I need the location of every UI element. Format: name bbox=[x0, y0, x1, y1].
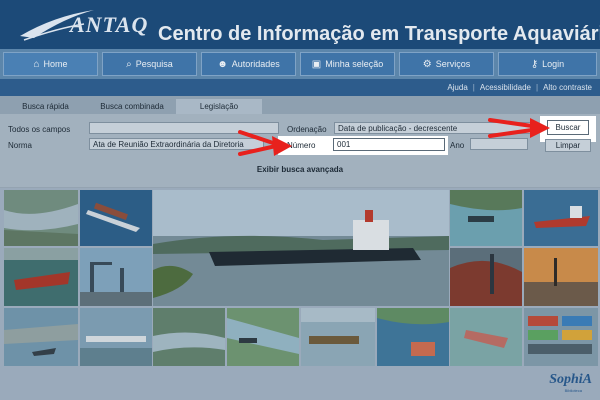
photo-port-cranes bbox=[80, 248, 152, 306]
tab-legislacao[interactable]: Legislação bbox=[176, 99, 262, 114]
photo-ship-hull-closeup bbox=[450, 248, 522, 306]
photo-container-ship-sea bbox=[80, 190, 152, 246]
ano-label: Ano bbox=[450, 141, 465, 150]
site-title: Centro de Informação em Transporte Aquav… bbox=[158, 23, 600, 45]
photo-cargo-ship-river bbox=[153, 190, 449, 306]
photo-cargo-barge-river bbox=[450, 308, 522, 366]
photo-river-barges bbox=[301, 308, 375, 366]
gears-icon: ⚙ bbox=[422, 58, 432, 70]
sophia-logo: SophiA bbox=[549, 372, 592, 387]
link-ajuda[interactable]: Ajuda bbox=[447, 83, 467, 92]
sophia-logo-subtitle: Biblioteca bbox=[564, 388, 582, 393]
link-alto-contraste[interactable]: Alto contraste bbox=[543, 83, 592, 92]
todos-campos-label: Todos os campos bbox=[8, 125, 71, 134]
photo-gallery bbox=[0, 188, 600, 368]
nav-servicos-label: Serviços bbox=[435, 59, 471, 69]
nav-servicos[interactable]: ⚙ Serviços bbox=[399, 52, 494, 76]
site-header: ANTAQ Centro de Informação em Transporte… bbox=[0, 0, 600, 49]
home-icon: ⌂ bbox=[33, 58, 40, 70]
separator: | bbox=[472, 83, 475, 92]
photo-ship-dock bbox=[4, 248, 78, 306]
nav-home-label: Home bbox=[43, 59, 68, 69]
photo-tanker-open-sea bbox=[524, 190, 598, 246]
photo-container-terminal bbox=[524, 308, 598, 366]
numero-input[interactable]: 001 bbox=[333, 138, 445, 151]
annotation-arrow-buscar bbox=[488, 118, 550, 138]
photo-coastal-city bbox=[4, 308, 78, 366]
photo-barges-port bbox=[80, 308, 152, 366]
photo-river-bridge bbox=[227, 308, 299, 366]
nav-login[interactable]: ⚷ Login bbox=[498, 52, 597, 76]
norma-label: Norma bbox=[8, 141, 33, 150]
nav-autoridades[interactable]: ☻ Autoridades bbox=[201, 52, 296, 76]
tab-busca-combinada[interactable]: Busca combinada bbox=[88, 99, 176, 114]
logo-text: ANTAQ bbox=[70, 12, 149, 37]
utility-links: Ajuda | Acessibilidade | Alto contraste bbox=[447, 83, 592, 92]
photo-bay-aerial bbox=[377, 308, 449, 366]
main-nav: ⌂ Home ⌕ Pesquisa ☻ Autoridades ▣ Minha … bbox=[0, 49, 600, 79]
search-icon: ⌕ bbox=[126, 58, 132, 70]
annotation-arrow-numero bbox=[238, 130, 292, 156]
separator: | bbox=[536, 83, 539, 92]
user-icon: ☻ bbox=[217, 58, 228, 70]
tab-busca-rapida[interactable]: Busca rápida bbox=[8, 99, 83, 114]
nav-login-label: Login bbox=[542, 59, 565, 69]
nav-pesquisa-label: Pesquisa bbox=[135, 59, 173, 69]
photo-river-aerial bbox=[4, 190, 78, 246]
nav-minha-selecao-label: Minha seleção bbox=[325, 59, 384, 69]
key-icon: ⚷ bbox=[530, 58, 539, 70]
advanced-search-toggle[interactable]: Exibir busca avançada bbox=[0, 165, 600, 174]
photo-port-dredger bbox=[450, 190, 522, 246]
site-footer: SophiA Biblioteca bbox=[0, 368, 600, 400]
nav-autoridades-label: Autoridades bbox=[231, 59, 280, 69]
utility-bar: Ajuda | Acessibilidade | Alto contraste bbox=[0, 79, 600, 96]
nav-home[interactable]: ⌂ Home bbox=[3, 52, 98, 76]
link-acessibilidade[interactable]: Acessibilidade bbox=[480, 83, 531, 92]
photo-sunset-harbor bbox=[524, 248, 598, 306]
nav-minha-selecao[interactable]: ▣ Minha seleção bbox=[300, 52, 395, 76]
nav-pesquisa[interactable]: ⌕ Pesquisa bbox=[102, 52, 197, 76]
basket-icon: ▣ bbox=[311, 58, 322, 70]
photo-estuary-aerial bbox=[153, 308, 225, 366]
